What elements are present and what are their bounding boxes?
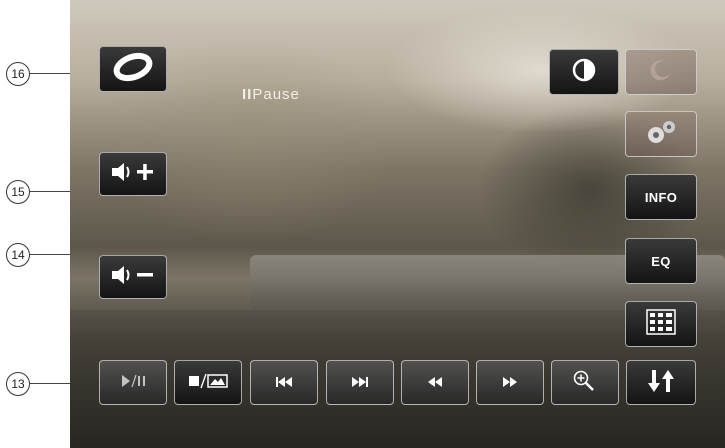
settings-button[interactable]	[625, 111, 697, 157]
eq-label: EQ	[651, 253, 671, 269]
volume-up-button[interactable]	[99, 152, 167, 196]
sort-button[interactable]	[626, 360, 696, 405]
fast-forward-icon	[502, 373, 518, 392]
keypad-icon	[646, 309, 676, 339]
moon-icon	[649, 58, 673, 86]
info-label: INFO	[644, 189, 678, 205]
rewind-icon	[427, 373, 443, 392]
play-pause-button[interactable]	[99, 360, 167, 405]
eq-button[interactable]: EQ	[625, 238, 697, 284]
brightness-button[interactable]	[549, 49, 619, 95]
night-mode-button[interactable]	[625, 49, 697, 95]
fast-forward-button[interactable]	[476, 360, 544, 405]
disc-logo-icon	[113, 52, 153, 86]
volume-up-icon	[110, 159, 156, 189]
volume-down-button[interactable]	[99, 255, 167, 299]
callout-16: 16	[6, 62, 30, 86]
previous-button[interactable]	[250, 360, 318, 405]
pause-icon: II	[242, 86, 253, 103]
pause-label: Pause	[252, 86, 300, 103]
pause-status: IIPause	[242, 86, 300, 103]
rewind-button[interactable]	[401, 360, 469, 405]
skip-previous-icon	[274, 373, 294, 392]
zoom-button[interactable]	[551, 360, 619, 405]
keypad-button[interactable]	[625, 301, 697, 347]
down-up-arrows-icon	[646, 367, 676, 399]
callout-13: 13	[6, 372, 30, 396]
callout-14: 14	[6, 243, 30, 267]
skip-next-icon	[350, 373, 370, 392]
stop-photo-button[interactable]	[174, 360, 242, 405]
info-button[interactable]: INFO	[625, 174, 697, 220]
zoom-icon	[572, 369, 598, 397]
volume-down-icon	[110, 262, 156, 292]
play-pause-icon	[116, 373, 150, 393]
stop-photo-icon	[186, 372, 230, 394]
next-button[interactable]	[326, 360, 394, 405]
logo-button[interactable]	[99, 46, 167, 92]
gears-icon	[641, 117, 681, 151]
callout-15: 15	[6, 180, 30, 204]
contrast-icon	[572, 58, 596, 86]
